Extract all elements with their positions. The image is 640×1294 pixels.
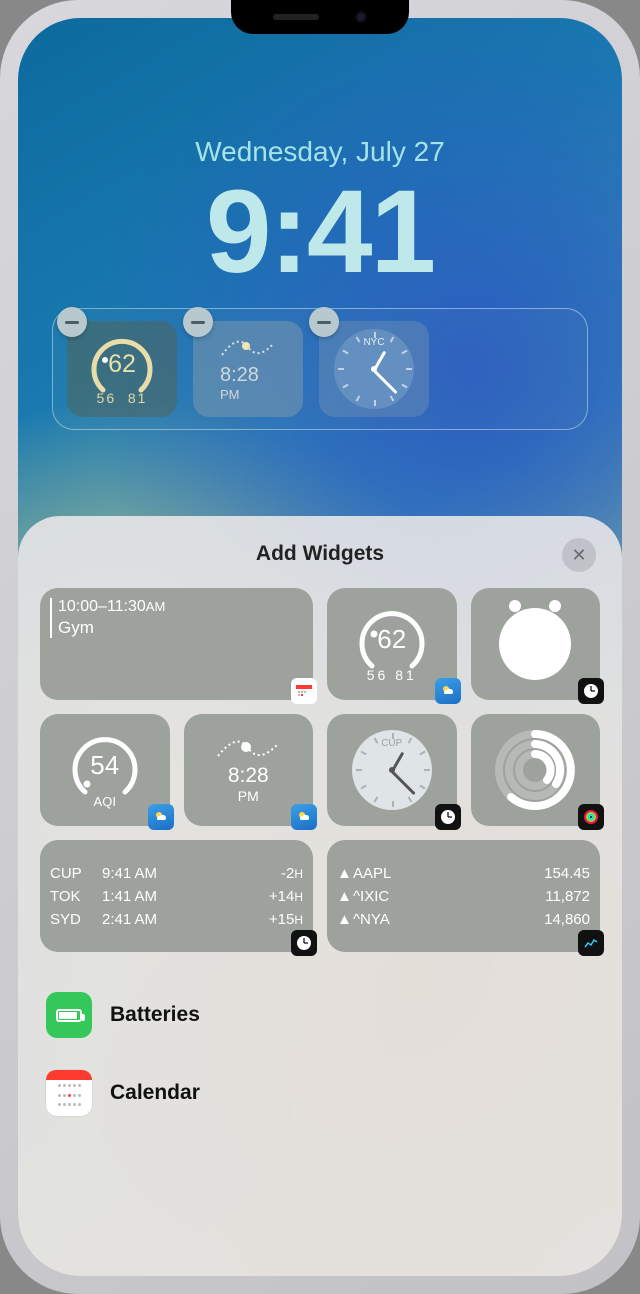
sunset-curve-icon xyxy=(215,736,281,762)
batteries-app-icon xyxy=(46,992,92,1038)
temperature-gauge-icon: 62 56 81 xyxy=(354,606,430,682)
fitness-widget-preview[interactable] xyxy=(471,714,601,826)
remove-widget-button[interactable] xyxy=(183,307,213,337)
calendar-app-icon xyxy=(291,678,317,704)
remove-widget-button[interactable] xyxy=(57,307,87,337)
close-button[interactable]: ✕ xyxy=(562,538,596,572)
aqi-gauge-icon: 54 AQI xyxy=(67,732,143,808)
sunset-widget[interactable]: 8:28 PM xyxy=(193,321,303,417)
app-label: Batteries xyxy=(110,1003,200,1027)
notch xyxy=(231,0,409,34)
iphone-frame: Wednesday, July 27 9:41 62 56 81 8:28 PM xyxy=(0,0,640,1294)
world-clock-list-widget-preview[interactable]: CUP9:41 AM-2H TOK1:41 AM+14H SYD2:41 AM+… xyxy=(40,840,313,952)
aqi-widget-preview[interactable]: 54 AQI xyxy=(40,714,170,826)
world-clock-widget[interactable]: NYC xyxy=(319,321,429,417)
sunset-icon: 8:28 PM xyxy=(220,337,276,402)
calendar-widget-preview[interactable]: 10:00–11:30AM Gym xyxy=(40,588,313,700)
weather-app-icon xyxy=(291,804,317,830)
lock-screen: Wednesday, July 27 9:41 62 56 81 8:28 PM xyxy=(18,18,622,1276)
weather-app-icon xyxy=(435,678,461,704)
temperature-gauge-icon: 62 56 81 xyxy=(87,334,157,404)
minus-icon xyxy=(65,321,79,324)
app-row-calendar[interactable]: Calendar xyxy=(40,1054,600,1132)
clock-app-icon xyxy=(291,930,317,956)
stock-row: ▲^NYA14,860 xyxy=(337,911,590,928)
lockscreen-widget-tray[interactable]: 62 56 81 8:28 PM NYC xyxy=(52,308,588,430)
world-clock-row: SYD2:41 AM+15H xyxy=(50,911,303,928)
calendar-app-icon xyxy=(46,1070,92,1116)
world-clock-row: TOK1:41 AM+14H xyxy=(50,888,303,905)
analog-clock-icon: CUP xyxy=(352,730,432,810)
lock-time: 9:41 xyxy=(18,164,622,300)
analog-clock-widget-preview[interactable]: CUP xyxy=(327,714,457,826)
stock-row: ▲^IXIC11,872 xyxy=(337,888,590,905)
activity-rings-icon xyxy=(494,729,576,811)
temperature-widget[interactable]: 62 56 81 xyxy=(67,321,177,417)
minus-icon xyxy=(317,321,331,324)
minus-icon xyxy=(191,321,205,324)
current-temp: 62 xyxy=(87,350,157,379)
world-clock-rows: CUP9:41 AM-2H TOK1:41 AM+14H SYD2:41 AM+… xyxy=(50,850,303,942)
alarm-clock-icon xyxy=(499,608,571,680)
analog-clock-icon: NYC xyxy=(334,329,414,409)
stocks-app-icon xyxy=(578,930,604,956)
temp-range: 56 81 xyxy=(87,390,157,406)
add-widgets-sheet: Add Widgets ✕ 10:00–11:30AM Gym xyxy=(18,516,622,1276)
close-icon: ✕ xyxy=(571,545,586,566)
alarm-widget-preview[interactable] xyxy=(471,588,601,700)
weather-app-icon xyxy=(148,804,174,830)
weather-widget-preview[interactable]: 62 56 81 xyxy=(327,588,457,700)
stocks-rows: ▲AAPL154.45 ▲^IXIC11,872 ▲^NYA14,860 xyxy=(337,850,590,942)
remove-widget-button[interactable] xyxy=(309,307,339,337)
clock-app-icon xyxy=(435,804,461,830)
sheet-title: Add Widgets xyxy=(256,542,384,565)
sunset-widget-preview[interactable]: 8:28 PM xyxy=(184,714,314,826)
clock-app-icon xyxy=(578,678,604,704)
stock-row: ▲AAPL154.45 xyxy=(337,865,590,882)
stocks-widget-preview[interactable]: ▲AAPL154.45 ▲^IXIC11,872 ▲^NYA14,860 xyxy=(327,840,600,952)
fitness-app-icon xyxy=(578,804,604,830)
world-clock-row: CUP9:41 AM-2H xyxy=(50,865,303,882)
app-label: Calendar xyxy=(110,1081,200,1105)
app-row-batteries[interactable]: Batteries xyxy=(40,976,600,1054)
